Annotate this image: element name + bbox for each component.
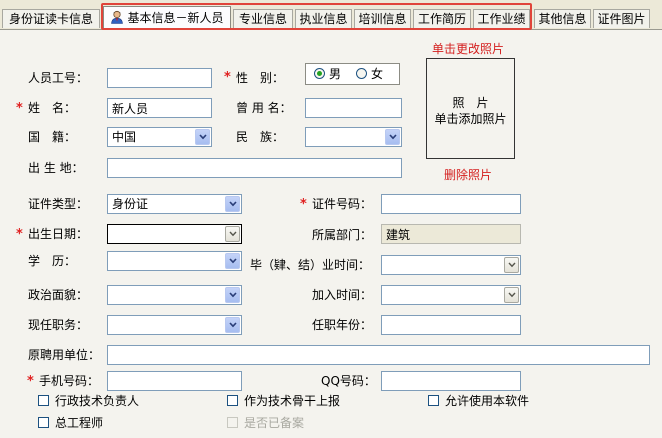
change-photo-link[interactable]: 单击更改照片 xyxy=(432,40,504,57)
tab-bar: 身份证读卡信息 基本信息－新人员 专业信息 执业信息 培训信息 工作简历 工作业… xyxy=(0,0,662,30)
education-dropdown-button[interactable] xyxy=(225,253,240,269)
chevron-down-icon xyxy=(508,262,516,268)
tab-certificate-images[interactable]: 证件图片 xyxy=(593,9,650,28)
political-status-select[interactable] xyxy=(107,285,242,305)
tenure-years-label: 任职年份： xyxy=(312,318,373,332)
graduation-time-label: 毕（肄、结）业时间： xyxy=(250,258,371,272)
gender-required-mark: * xyxy=(224,70,231,85)
checkbox-box xyxy=(227,417,238,428)
nationality-dropdown-button[interactable] xyxy=(195,129,210,145)
checkbox-box xyxy=(38,417,49,428)
radio-unselected-indicator xyxy=(356,68,367,79)
qq-input[interactable] xyxy=(381,371,521,391)
chief-engineer-label: 总工程师 xyxy=(55,416,104,430)
photo-placeholder-hint: 单击添加照片 xyxy=(434,112,507,126)
id-type-dropdown-button[interactable] xyxy=(225,196,240,212)
ethnicity-select[interactable] xyxy=(305,127,402,147)
mobile-required-mark: * xyxy=(27,374,34,389)
tech-backbone-label: 作为技术骨干上报 xyxy=(244,394,341,408)
name-label: 姓 名： xyxy=(28,101,77,115)
gender-female-radio[interactable]: 女 xyxy=(356,67,391,81)
birth-date-picker[interactable] xyxy=(107,224,242,244)
id-number-required-mark: * xyxy=(300,197,307,212)
political-status-label: 政治面貌： xyxy=(28,288,89,302)
panel-top-border xyxy=(0,29,662,30)
checkbox-box xyxy=(227,395,238,406)
political-status-dropdown-button[interactable] xyxy=(225,287,240,303)
filed-label: 是否已备案 xyxy=(244,416,305,430)
chevron-down-icon xyxy=(229,292,237,298)
chevron-down-icon xyxy=(229,231,237,237)
checkbox-box xyxy=(38,395,49,406)
name-input[interactable] xyxy=(107,98,212,118)
graduation-time-dropdown-button[interactable] xyxy=(504,257,519,273)
employee-no-label: 人员工号： xyxy=(28,71,89,85)
birthplace-label: 出 生 地： xyxy=(28,161,84,175)
id-number-label: 证件号码： xyxy=(312,197,373,211)
id-number-input[interactable] xyxy=(381,194,521,214)
employee-no-input[interactable] xyxy=(107,68,212,88)
join-time-picker[interactable] xyxy=(381,285,521,305)
gender-male-label: 男 xyxy=(329,67,342,81)
name-required-mark: * xyxy=(16,101,23,116)
tab-basic-info[interactable]: 基本信息－新人员 xyxy=(103,6,231,30)
delete-photo-link[interactable]: 删除照片 xyxy=(444,166,492,183)
chevron-down-icon xyxy=(229,258,237,264)
birthplace-input[interactable] xyxy=(107,158,402,178)
join-time-label: 加入时间： xyxy=(312,288,373,302)
photo-placeholder-title: 照 片 xyxy=(452,96,489,110)
checkbox-box xyxy=(428,395,439,406)
nationality-value: 中国 xyxy=(112,130,137,144)
radio-selected-indicator xyxy=(314,68,325,79)
qq-label: QQ号码： xyxy=(321,374,376,388)
birth-date-dropdown-button[interactable] xyxy=(225,226,240,242)
gender-radio-group: 男 女 xyxy=(305,63,400,85)
tenure-years-input[interactable] xyxy=(381,315,521,335)
chevron-down-icon xyxy=(229,322,237,328)
tab-basic-info-label: 基本信息－新人员 xyxy=(127,11,224,25)
id-type-select[interactable]: 身份证 xyxy=(107,194,242,214)
tab-practice-info[interactable]: 执业信息 xyxy=(295,9,352,28)
department-input xyxy=(381,224,521,244)
admin-tech-lead-label: 行政技术负责人 xyxy=(55,394,140,408)
graduation-time-picker[interactable] xyxy=(381,255,521,275)
chevron-down-icon xyxy=(508,292,516,298)
id-type-value: 身份证 xyxy=(112,197,149,211)
former-employer-input[interactable] xyxy=(107,345,650,365)
current-position-label: 现任职务： xyxy=(28,318,89,332)
former-name-label: 曾 用 名： xyxy=(236,101,292,115)
mobile-input[interactable] xyxy=(107,371,242,391)
chevron-down-icon xyxy=(389,134,397,140)
department-label: 所属部门： xyxy=(312,228,373,242)
mobile-label: 手机号码： xyxy=(39,374,100,388)
former-name-input[interactable] xyxy=(305,98,402,118)
birth-date-label: 出生日期： xyxy=(28,227,89,241)
gender-label: 性 别： xyxy=(236,71,285,85)
tab-professional-info[interactable]: 专业信息 xyxy=(233,9,293,28)
chevron-down-icon xyxy=(199,134,207,140)
photo-box[interactable]: 照 片 单击添加照片 xyxy=(426,58,515,159)
allow-software-use-label: 允许使用本软件 xyxy=(445,394,530,408)
tab-work-achievements[interactable]: 工作业绩 xyxy=(473,9,530,28)
current-position-dropdown-button[interactable] xyxy=(225,317,240,333)
tab-work-resume[interactable]: 工作简历 xyxy=(413,9,471,28)
ethnicity-label: 民 族： xyxy=(236,130,285,144)
id-type-label: 证件类型： xyxy=(28,197,89,211)
ethnicity-dropdown-button[interactable] xyxy=(385,129,400,145)
tab-id-card-info[interactable]: 身份证读卡信息 xyxy=(2,9,100,28)
former-employer-label: 原聘用单位： xyxy=(28,348,101,362)
join-time-dropdown-button[interactable] xyxy=(504,287,519,303)
current-position-select[interactable] xyxy=(107,315,242,335)
tab-training-info[interactable]: 培训信息 xyxy=(354,9,411,28)
education-select[interactable] xyxy=(107,251,242,271)
education-label: 学 历： xyxy=(28,254,77,268)
nationality-select[interactable]: 中国 xyxy=(107,127,212,147)
user-icon xyxy=(111,10,124,24)
chevron-down-icon xyxy=(229,201,237,207)
gender-female-label: 女 xyxy=(371,67,384,81)
tab-other-info[interactable]: 其他信息 xyxy=(534,9,591,28)
gender-male-radio[interactable]: 男 xyxy=(314,67,349,81)
nationality-label: 国 籍： xyxy=(28,130,77,144)
birth-date-required-mark: * xyxy=(16,227,23,242)
